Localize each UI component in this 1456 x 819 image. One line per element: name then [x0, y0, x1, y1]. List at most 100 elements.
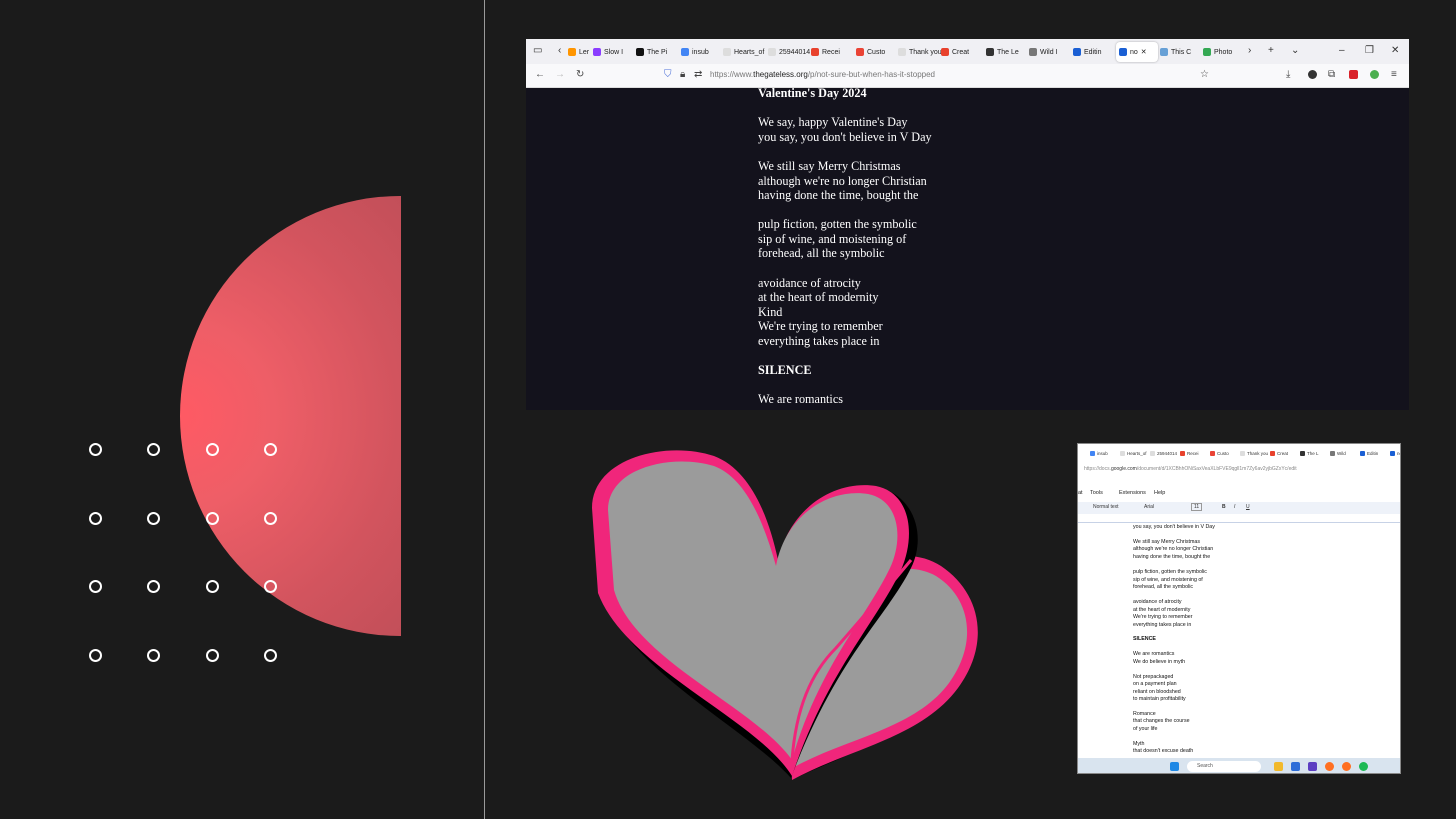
tab-favicon-icon — [898, 48, 906, 56]
docs-browser-tab[interactable]: Creat — [1270, 446, 1288, 460]
close-tab-icon[interactable]: ✕ — [1141, 48, 1147, 56]
back-icon[interactable]: ← — [535, 68, 545, 82]
docs-browser-tab[interactable]: The L — [1300, 446, 1319, 460]
extensions-icon[interactable]: ⧉ — [1328, 68, 1335, 82]
tab-favicon-icon — [1073, 48, 1081, 56]
docs-browser-tab[interactable]: Recei — [1180, 446, 1199, 460]
browser-tab[interactable]: Thank you — [898, 42, 944, 62]
docs-browser-tab[interactable]: Editin — [1360, 446, 1378, 460]
tab-favicon-icon — [636, 48, 644, 56]
docs-browser-tab[interactable]: Custo — [1210, 446, 1229, 460]
tab-favicon-icon — [856, 48, 864, 56]
docs-font-select[interactable]: Arial — [1144, 504, 1154, 510]
browser-window: ▭ ‹ Ler Slow I The Pi insub Hearts_of 2594401… — [526, 39, 1409, 410]
circle-dot — [89, 511, 102, 525]
docs-font-size[interactable]: 11 — [1191, 503, 1203, 511]
docs-menu-item[interactable]: Tools — [1090, 490, 1103, 496]
browser-tab[interactable]: no ✕ — [1116, 42, 1158, 62]
scroll-tabs-left-icon[interactable]: ‹ — [558, 43, 561, 59]
docs-address-bar[interactable]: https://docs.google.com/document/d/1XCBh… — [1084, 466, 1297, 472]
tab-favicon-icon — [1090, 450, 1095, 456]
browser-tab[interactable]: The Le — [986, 42, 1026, 62]
poem-line: avoidance of atrocity — [758, 276, 861, 290]
docs-text-line: pulp fiction, gotten the symbolic — [1133, 569, 1207, 575]
browser-tab[interactable]: Wild I — [1029, 42, 1065, 62]
circle-dot — [205, 511, 219, 525]
tab-favicon-icon — [1360, 450, 1365, 456]
browser-tab[interactable]: Slow I — [593, 42, 635, 62]
docs-url-prefix: https://docs. — [1084, 466, 1111, 472]
docs-menu-item[interactable]: at — [1078, 490, 1083, 496]
menu-icon[interactable]: ≡ — [1391, 68, 1397, 82]
chevron-down-icon[interactable]: ⌄ — [1291, 43, 1299, 59]
docs-browser-tab[interactable]: Hearts_of — [1120, 446, 1147, 460]
url-prefix: https://www. — [710, 70, 754, 79]
extension-globe-icon[interactable] — [1370, 70, 1379, 79]
docs-browser-tab[interactable]: insub — [1090, 446, 1108, 460]
tab-label: insub — [1097, 450, 1108, 456]
docs-browser-tab[interactable]: 25944014 — [1150, 446, 1177, 460]
poem-line: forehead, all the symbolic — [758, 246, 885, 260]
circle-dot — [205, 443, 219, 456]
address-bar[interactable]: https://www.thegateless.org/p/not-sure-b… — [710, 70, 935, 79]
docs-menu-item[interactable]: Help — [1154, 490, 1165, 496]
browser-tab[interactable]: This C — [1160, 42, 1196, 62]
docs-text-line: reliant on bloodshed — [1133, 689, 1181, 695]
tab-favicon-icon — [1029, 48, 1037, 56]
new-tab-icon[interactable]: + — [1268, 43, 1274, 59]
lock-icon[interactable]: 🔒︎ — [680, 68, 685, 82]
taskbar-search[interactable]: Search — [1187, 761, 1261, 772]
docs-menu-item[interactable]: Extensions — [1119, 490, 1146, 496]
app-icon[interactable] — [1308, 762, 1317, 771]
tab-list-icon[interactable]: ▭ — [533, 43, 542, 59]
browser-tab[interactable]: Custo — [856, 42, 898, 62]
spotify-icon[interactable] — [1359, 762, 1368, 771]
extension-red-icon[interactable] — [1349, 70, 1358, 79]
tab-favicon-icon — [1120, 450, 1125, 456]
docs-browser-tab[interactable]: Wild — [1330, 446, 1346, 460]
app-icon[interactable] — [1291, 762, 1300, 771]
shield-icon[interactable]: ⛉ — [664, 68, 672, 82]
browser-tab[interactable]: 25944014 — [768, 42, 810, 62]
taskbar-search-label: Search — [1197, 763, 1213, 769]
file-explorer-icon[interactable] — [1274, 762, 1283, 771]
tab-label: Wild I — [1040, 48, 1058, 56]
browser-tab[interactable]: Hearts_of — [723, 42, 767, 62]
browser-tab[interactable]: Recei — [811, 42, 849, 62]
restore-icon[interactable]: ❐ — [1365, 43, 1374, 59]
poem-line: sip of wine, and moistening of — [758, 232, 907, 246]
windows-start-icon[interactable] — [1170, 762, 1179, 771]
browser-tab[interactable]: Creat — [941, 42, 977, 62]
minimize-icon[interactable]: – — [1339, 43, 1345, 59]
poem-line: although we're no longer Christian — [758, 174, 927, 188]
bookmark-star-icon[interactable]: ☆ — [1200, 68, 1209, 82]
tab-bar: ▭ ‹ Ler Slow I The Pi insub Hearts_of 2594401… — [526, 39, 1409, 64]
docs-browser-tab[interactable]: Thank you — [1240, 446, 1268, 460]
circle-dot — [147, 511, 161, 525]
docs-browser-tab[interactable]: no — [1390, 446, 1400, 460]
scroll-tabs-right-icon[interactable]: › — [1248, 43, 1251, 59]
close-window-icon[interactable]: ✕ — [1391, 43, 1399, 59]
forward-icon[interactable]: → — [555, 68, 565, 82]
browser-tab[interactable]: The Pi — [636, 42, 676, 62]
browser-tab[interactable]: Editin — [1073, 42, 1109, 62]
docs-text-line: on a payment plan — [1133, 681, 1177, 687]
docs-toolbar: Normal text Arial 11 B I U — [1078, 502, 1400, 514]
account-icon[interactable] — [1308, 70, 1317, 79]
firefox-icon[interactable] — [1342, 762, 1351, 771]
tab-label: Creat — [1277, 450, 1289, 456]
underline-icon[interactable]: U — [1246, 504, 1250, 510]
browser-tab[interactable]: insub — [681, 42, 717, 62]
browser-tab[interactable]: Photo — [1203, 42, 1241, 62]
docs-text-line: We're trying to remember — [1133, 614, 1193, 620]
permissions-icon[interactable]: ⇄ — [694, 68, 702, 82]
tab-favicon-icon — [593, 48, 601, 56]
downloads-icon[interactable]: ⤓ — [1286, 68, 1290, 82]
url-domain: thegateless.org — [753, 70, 808, 79]
reload-icon[interactable]: ↻ — [576, 68, 584, 82]
italic-icon[interactable]: I — [1234, 504, 1235, 510]
docs-style-select[interactable]: Normal text — [1093, 504, 1119, 510]
poem-line: having done the time, bought the — [758, 188, 919, 202]
bold-icon[interactable]: B — [1222, 504, 1226, 510]
firefox-icon[interactable] — [1325, 762, 1334, 771]
